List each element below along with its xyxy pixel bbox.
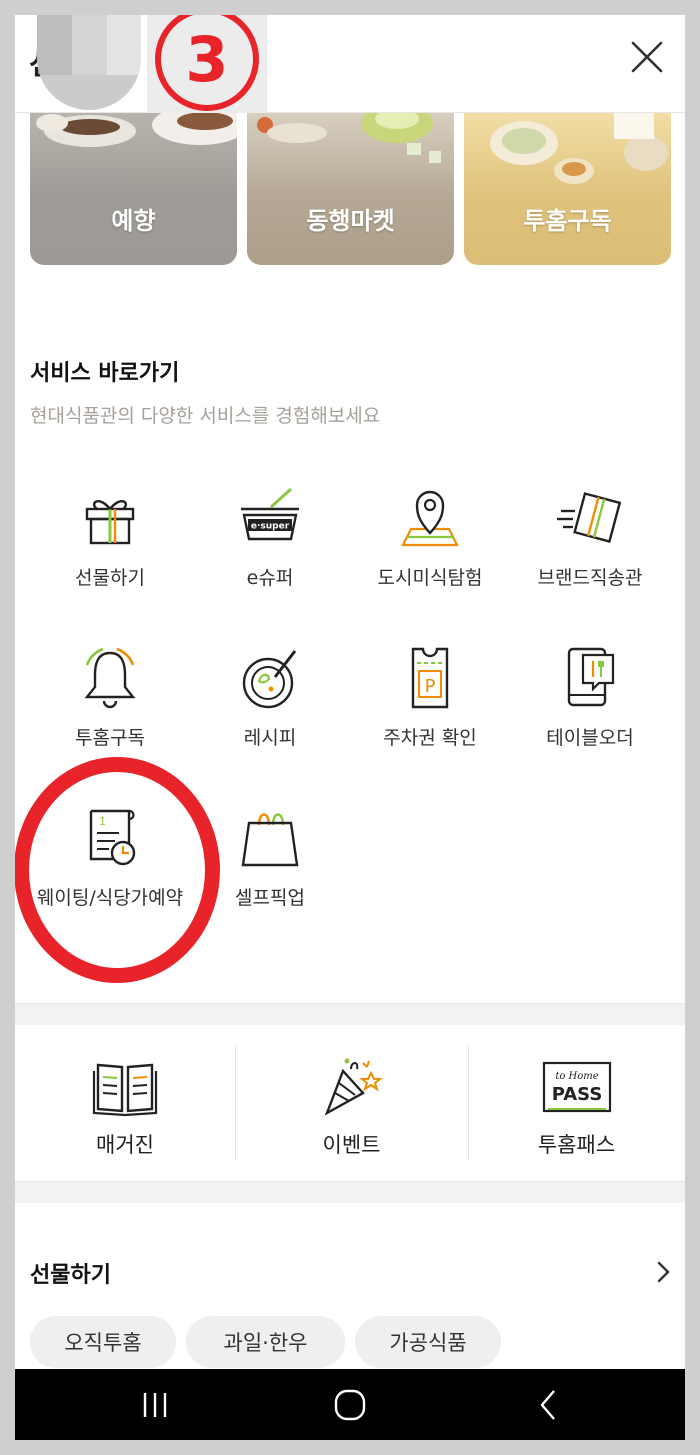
service-label: 레시피 xyxy=(243,727,297,749)
shopping-bag-icon xyxy=(241,813,299,867)
parking-ticket-icon: P xyxy=(411,647,449,709)
service-self-pickup[interactable]: 셀프픽업 xyxy=(190,803,350,910)
service-table-order[interactable]: 테이블오더 xyxy=(510,643,670,750)
svg-text:to Home: to Home xyxy=(555,1071,598,1082)
food-photo xyxy=(257,113,441,163)
quick-links: 매거진 이벤트 to Home PASS 투홈패스 xyxy=(15,1025,685,1181)
svg-text:e·super: e·super xyxy=(251,522,290,532)
service-brand-direct[interactable]: 브랜드직송관 xyxy=(510,483,670,590)
close-icon[interactable] xyxy=(629,39,665,75)
recent-apps-icon[interactable] xyxy=(137,1387,173,1423)
service-tohome-subscribe[interactable]: 투홈구독 xyxy=(30,643,190,750)
service-label: e슈퍼 xyxy=(246,567,294,589)
food-photo xyxy=(490,113,668,184)
gift-chip[interactable]: 오직투홈 xyxy=(30,1316,176,1368)
services-title: 서비스 바로가기 xyxy=(30,361,180,386)
waiting-receipt-clock-icon: 1 xyxy=(89,809,136,866)
section-divider xyxy=(15,1181,685,1203)
service-waiting-reservation[interactable]: 1 웨이팅/식당가예약 xyxy=(30,803,190,910)
map-pin-icon xyxy=(401,490,459,547)
delivery-box-icon xyxy=(557,492,622,543)
quick-link-magazine[interactable]: 매거진 xyxy=(15,1025,235,1181)
recipe-bowl-icon xyxy=(242,650,297,709)
service-label: 도시미식탐험 xyxy=(377,567,483,589)
services-subtitle: 현대식품관의 다양한 서비스를 경험해보세요 xyxy=(30,405,381,427)
food-photo xyxy=(36,113,237,147)
category-card-donghaeng-market[interactable]: 동행마켓 xyxy=(247,113,454,265)
service-esuper[interactable]: e·super e슈퍼 xyxy=(190,483,350,590)
category-cards: 예향 동행마켓 투홈구독 xyxy=(30,113,671,265)
svg-text:PASS: PASS xyxy=(551,1084,602,1105)
system-nav-bar xyxy=(15,1369,685,1440)
service-label: 셀프픽업 xyxy=(235,887,305,909)
service-label: 웨이팅/식당가예약 xyxy=(36,887,184,909)
category-label: 예향 xyxy=(111,207,156,235)
svg-text:P: P xyxy=(425,676,436,697)
gift-box-icon xyxy=(85,500,135,545)
home-icon[interactable] xyxy=(332,1387,368,1423)
gift-chip[interactable]: 과일·한우 xyxy=(186,1316,345,1368)
category-card-tohome-subscription[interactable]: 투홈구독 xyxy=(464,113,671,265)
service-label: 브랜드직송관 xyxy=(537,567,643,589)
quick-link-label: 이벤트 xyxy=(322,1133,381,1157)
table-order-phone-icon xyxy=(567,647,615,707)
avatar xyxy=(37,15,141,110)
service-city-gourmet[interactable]: 도시미식탐험 xyxy=(350,483,510,590)
service-parking[interactable]: P 주차권 확인 xyxy=(350,643,510,750)
service-label: 주차권 확인 xyxy=(383,727,477,749)
tohome-pass-icon: to Home PASS xyxy=(542,1061,611,1113)
quick-link-label: 투홈패스 xyxy=(537,1133,616,1157)
back-icon[interactable] xyxy=(530,1387,566,1423)
category-label: 동행마켓 xyxy=(306,207,395,235)
party-popper-icon xyxy=(324,1058,383,1116)
quick-link-tohome-pass[interactable]: to Home PASS 투홈패스 xyxy=(468,1025,685,1181)
service-label: 테이블오더 xyxy=(546,727,634,749)
section-divider xyxy=(15,1003,685,1025)
esuper-basket-icon: e·super xyxy=(241,487,299,541)
category-label: 투홈구독 xyxy=(523,207,612,235)
service-recipe[interactable]: 레시피 xyxy=(190,643,350,750)
quick-link-event[interactable]: 이벤트 xyxy=(235,1025,468,1181)
app-screen: 선 3 예향 xyxy=(15,15,685,1440)
svg-text:1: 1 xyxy=(99,815,106,828)
gift-section-title: 선물하기 xyxy=(30,1263,111,1288)
gift-chip[interactable]: 가공식품 xyxy=(355,1316,501,1368)
service-label: 투홈구독 xyxy=(75,727,145,749)
quick-link-label: 매거진 xyxy=(96,1133,154,1157)
category-card-yehyang[interactable]: 예향 xyxy=(30,113,237,265)
header: 선 3 xyxy=(15,15,685,113)
service-gift[interactable]: 선물하기 xyxy=(30,483,190,590)
magazine-book-icon xyxy=(92,1063,158,1117)
chevron-right-icon[interactable] xyxy=(653,1259,673,1285)
bell-icon xyxy=(84,647,136,709)
service-label: 선물하기 xyxy=(75,567,145,589)
